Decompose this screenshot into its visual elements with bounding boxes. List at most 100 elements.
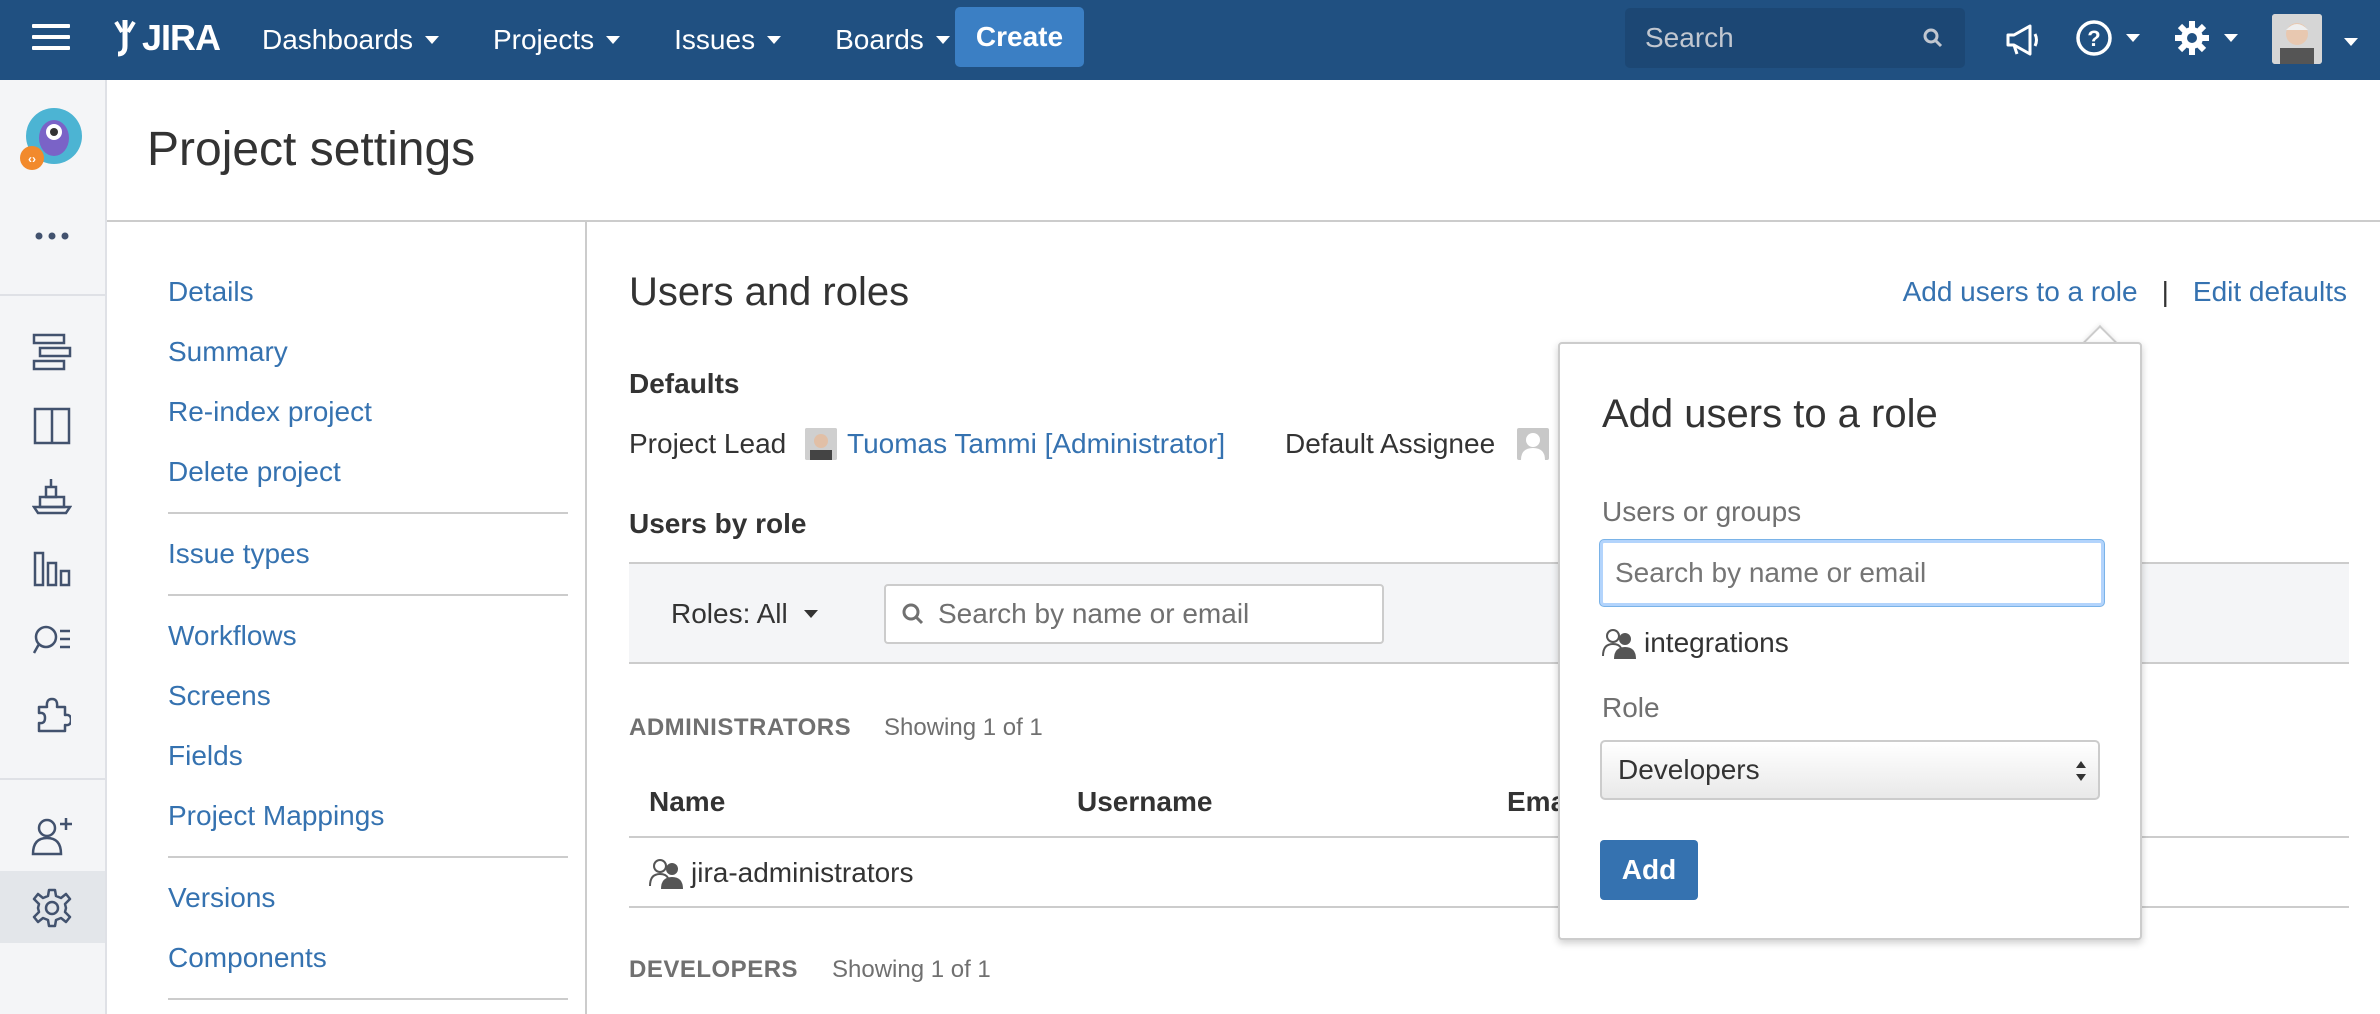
- project-lead-avatar: [805, 428, 837, 460]
- default-assignee-avatar: [1517, 428, 1549, 460]
- chevron-down-icon: [606, 36, 621, 44]
- page-title: Project settings: [147, 123, 476, 176]
- logo-text: JIRA: [142, 17, 221, 58]
- role-selected-value: Developers: [1618, 754, 1760, 785]
- help-menu[interactable]: ?: [2074, 18, 2140, 58]
- add-users-to-role-link[interactable]: Add users to a role: [1903, 276, 2138, 308]
- nav-reindex-project[interactable]: Re-index project: [168, 396, 372, 428]
- chevron-down-icon: [767, 36, 782, 44]
- chevron-down-icon[interactable]: [2344, 38, 2358, 46]
- role-label: Role: [1602, 692, 1660, 723]
- group-name: jira-administrators: [691, 857, 914, 888]
- users-or-groups-input[interactable]: [1600, 540, 2104, 606]
- add-users-dialog: Add users to a role Users or groups inte…: [1558, 342, 2142, 940]
- search-placeholder: Search: [1645, 22, 1734, 53]
- nav-workflows[interactable]: Workflows: [168, 620, 297, 652]
- menu-label: Issues: [674, 24, 756, 55]
- help-icon: ?: [2076, 20, 2112, 56]
- menu-issues[interactable]: Issues: [674, 24, 782, 56]
- nav-divider: [168, 998, 568, 1000]
- suggestion-item[interactable]: integrations: [1602, 626, 1789, 660]
- jira-logo-icon: [114, 20, 136, 57]
- search-placeholder: Search by name or email: [938, 598, 1250, 629]
- nav-divider: [168, 512, 568, 514]
- menu-projects[interactable]: Projects: [492, 24, 621, 56]
- menu-label: Boards: [835, 24, 924, 55]
- group-icon: [1602, 629, 1636, 659]
- search-icon: [902, 603, 924, 625]
- search-icon: [1923, 28, 1943, 48]
- nav-screens[interactable]: Screens: [168, 680, 271, 712]
- issues-search-icon[interactable]: [30, 618, 74, 662]
- top-navigation: JIRA Dashboards Projects Issues Boards C…: [0, 0, 2380, 80]
- board-icon[interactable]: [30, 404, 74, 448]
- header-actions: Add users to a role | Edit defaults: [1903, 276, 2347, 308]
- svg-text:?: ?: [2087, 26, 2100, 51]
- chevron-down-icon: [2224, 34, 2238, 42]
- nav-project-mappings[interactable]: Project Mappings: [168, 800, 384, 832]
- create-button[interactable]: Create: [955, 7, 1084, 67]
- nav-divider: [168, 856, 568, 858]
- releases-icon[interactable]: [30, 474, 74, 518]
- search-input[interactable]: Search: [1625, 8, 1965, 68]
- project-avatar[interactable]: ‹›: [18, 106, 84, 172]
- jira-logo[interactable]: JIRA: [110, 16, 221, 60]
- nav-details[interactable]: Details: [168, 276, 254, 308]
- user-avatar[interactable]: [2272, 14, 2322, 64]
- menu-dashboards[interactable]: Dashboards: [262, 24, 439, 56]
- add-user-icon[interactable]: [30, 814, 74, 858]
- backlog-icon[interactable]: [30, 330, 74, 374]
- menu-label: Projects: [492, 24, 595, 55]
- svg-text:‹›: ‹›: [28, 152, 36, 166]
- nav-summary[interactable]: Summary: [168, 336, 288, 368]
- defaults-heading: Defaults: [629, 368, 740, 399]
- users-or-groups-label: Users or groups: [1602, 496, 1802, 527]
- developers-section-label: DEVELOPERS: [629, 956, 799, 983]
- settings-gear-icon[interactable]: [30, 886, 74, 930]
- reports-icon[interactable]: [30, 546, 74, 590]
- roles-filter-dropdown[interactable]: Roles: All: [671, 598, 818, 630]
- menu-boards[interactable]: Boards: [835, 24, 950, 56]
- role-select[interactable]: Developers: [1600, 740, 2100, 800]
- edit-defaults-link[interactable]: Edit defaults: [2193, 276, 2347, 308]
- nav-issue-types[interactable]: Issue types: [168, 538, 310, 570]
- page-header: Project settings: [107, 80, 2380, 222]
- select-arrows-icon: [2076, 761, 2086, 781]
- app-switcher-icon[interactable]: [32, 24, 70, 56]
- user-search-input[interactable]: Search by name or email: [884, 584, 1384, 644]
- project-avatar-icon: ‹›: [20, 108, 82, 170]
- chevron-down-icon: [935, 36, 950, 44]
- nav-components[interactable]: Components: [168, 942, 327, 974]
- dialog-title: Add users to a role: [1602, 392, 1938, 436]
- column-name[interactable]: Name: [649, 786, 725, 818]
- users-by-role-heading: Users by role: [629, 508, 807, 539]
- more-icon[interactable]: [30, 214, 74, 258]
- default-assignee-label: Default Assignee: [1285, 428, 1496, 459]
- table-row: jira-administrators: [649, 856, 914, 890]
- megaphone-icon[interactable]: [2000, 18, 2044, 62]
- menu-label: Dashboards: [262, 24, 413, 55]
- developers-count: Showing 1 of 1: [832, 956, 991, 983]
- main-menu: Dashboards Projects Issues Boards: [262, 0, 1004, 80]
- administrators-count: Showing 1 of 1: [884, 714, 1043, 741]
- nav-versions[interactable]: Versions: [168, 882, 275, 914]
- project-lead-link[interactable]: Tuomas Tammi [Administrator]: [847, 428, 1225, 460]
- group-icon: [649, 859, 683, 889]
- nav-fields[interactable]: Fields: [168, 740, 243, 772]
- gear-icon: [2175, 21, 2209, 55]
- section-title: Users and roles: [629, 270, 910, 314]
- admin-menu[interactable]: [2172, 18, 2238, 58]
- column-username[interactable]: Username: [1077, 786, 1212, 818]
- nav-delete-project[interactable]: Delete project: [168, 456, 341, 488]
- roles-filter-label: Roles: All: [671, 598, 788, 629]
- link-separator: |: [2161, 276, 2169, 307]
- chevron-down-icon: [803, 610, 818, 618]
- project-lead-label: Project Lead: [629, 428, 787, 459]
- project-sidebar: ‹›: [0, 80, 107, 1014]
- add-button[interactable]: Add: [1600, 840, 1698, 900]
- add-ons-icon[interactable]: [30, 692, 74, 736]
- avatar-image: [2272, 14, 2322, 64]
- nav-divider: [168, 594, 568, 596]
- administrators-section-label: ADMINISTRATORS: [629, 714, 852, 741]
- chevron-down-icon: [424, 36, 439, 44]
